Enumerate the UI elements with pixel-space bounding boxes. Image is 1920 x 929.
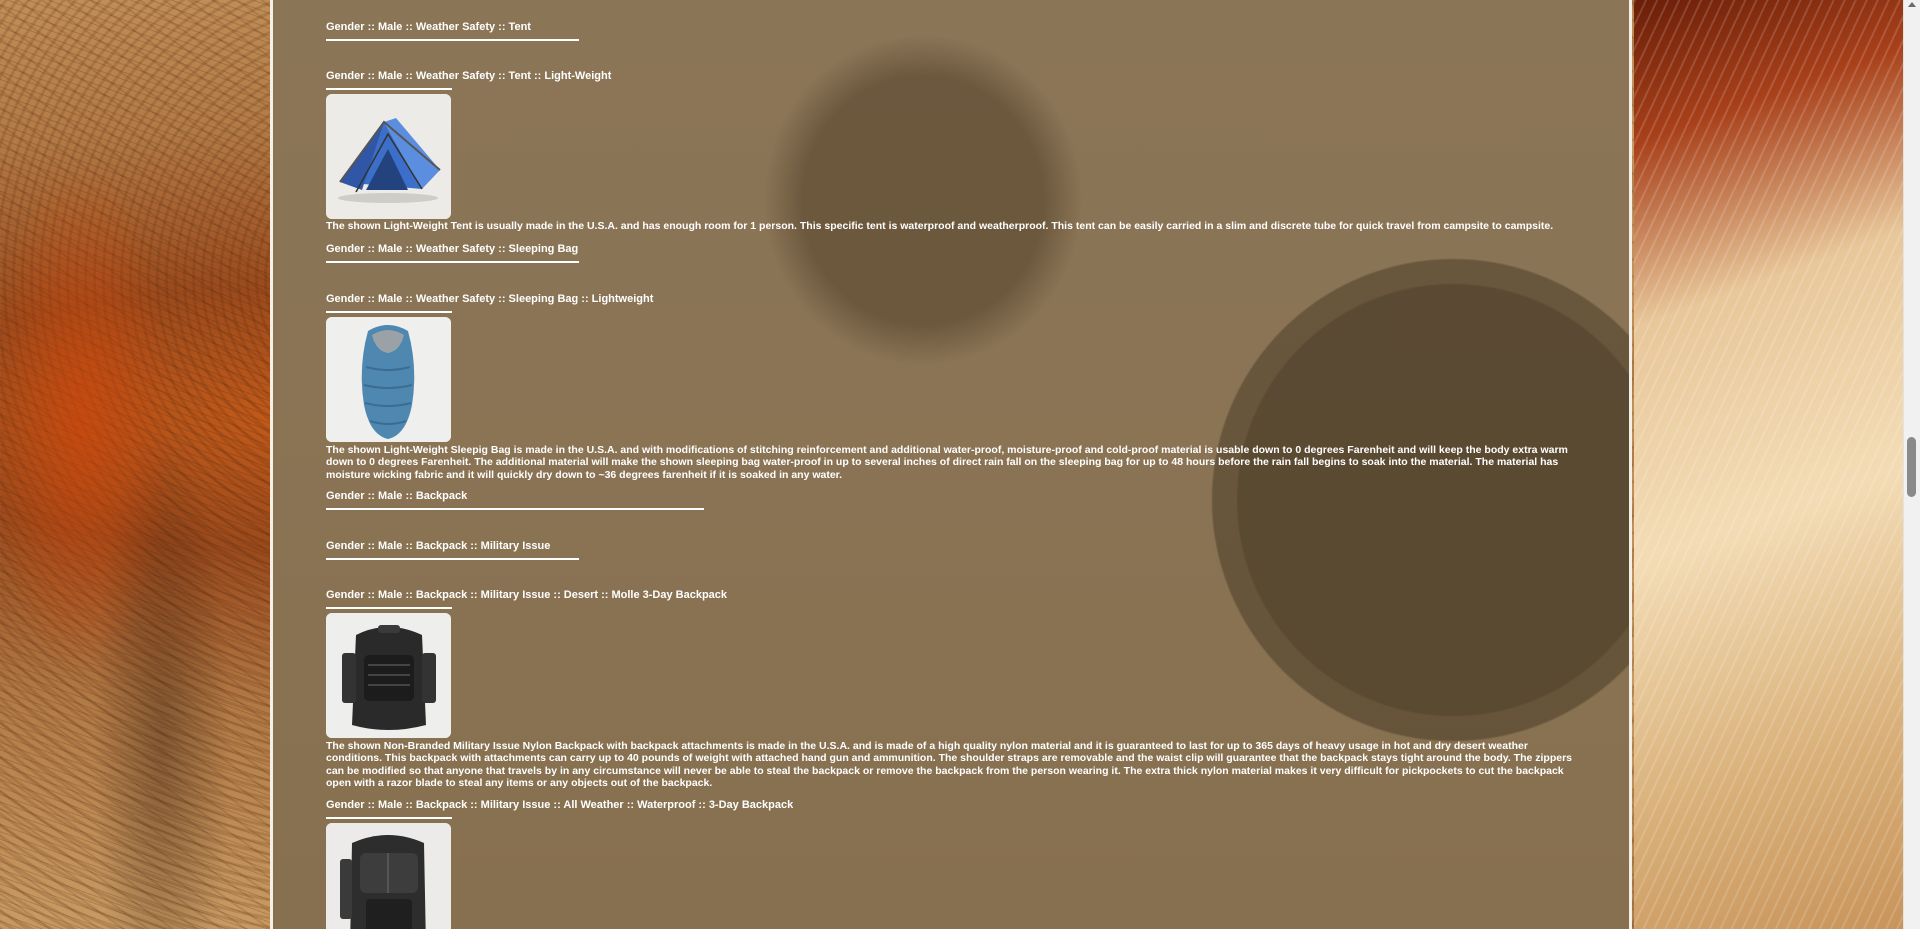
heading-underline [326,39,579,41]
tent-icon [326,94,451,219]
product-description: The shown Non-Branded Military Issue Nyl… [326,740,1573,789]
category-sleeping-bag: Gender :: Male :: Weather Safety :: Slee… [326,243,579,263]
heading-underline [326,817,452,819]
product-heading[interactable]: Gender :: Male :: Weather Safety :: Slee… [326,293,653,306]
heading-underline [326,88,452,90]
category-backpack: Gender :: Male :: Backpack [326,490,704,510]
heading-underline [326,261,579,263]
heading-underline [326,508,704,510]
product-heading[interactable]: Gender :: Male :: Weather Safety :: Tent… [326,70,611,83]
background-scroll-right [1634,0,1904,929]
category-heading[interactable]: Gender :: Male :: Backpack :: Military I… [326,540,579,553]
sleeping-bag-icon [326,317,451,442]
heading-underline [326,558,579,560]
product-heading[interactable]: Gender :: Male :: Backpack :: Military I… [326,589,727,602]
product-lightweight-sleeping-bag: Gender :: Male :: Weather Safety :: Slee… [326,293,653,442]
category-military-issue: Gender :: Male :: Backpack :: Military I… [326,540,579,560]
product-description: The shown Light-Weight Tent is usually m… [326,220,1554,232]
product-description: The shown Light-Weight Sleepig Bag is ma… [326,444,1568,481]
category-heading[interactable]: Gender :: Male :: Weather Safety :: Slee… [326,243,579,256]
backpack-icon [326,823,451,929]
waterproof-backpack-image[interactable] [326,823,451,929]
product-waterproof-backpack: Gender :: Male :: Backpack :: Military I… [326,799,793,929]
molle-backpack-image[interactable] [326,613,451,738]
background-map-left [0,0,270,929]
sleeping-bag-image[interactable] [326,317,451,442]
category-heading[interactable]: Gender :: Male :: Backpack [326,490,704,503]
category-tent: Gender :: Male :: Weather Safety :: Tent [326,21,579,41]
backpack-icon [326,613,451,738]
scroll-up-arrow-icon[interactable] [1908,2,1916,7]
vertical-scrollbar[interactable] [1903,0,1920,929]
heading-underline [326,311,452,313]
scrollbar-thumb[interactable] [1907,437,1916,497]
heading-underline [326,607,452,609]
product-molle-backpack: Gender :: Male :: Backpack :: Military I… [326,589,727,738]
category-heading[interactable]: Gender :: Male :: Weather Safety :: Tent [326,21,579,34]
product-heading[interactable]: Gender :: Male :: Backpack :: Military I… [326,799,793,812]
product-lightweight-tent: Gender :: Male :: Weather Safety :: Tent… [326,70,611,219]
tent-image[interactable] [326,94,451,219]
